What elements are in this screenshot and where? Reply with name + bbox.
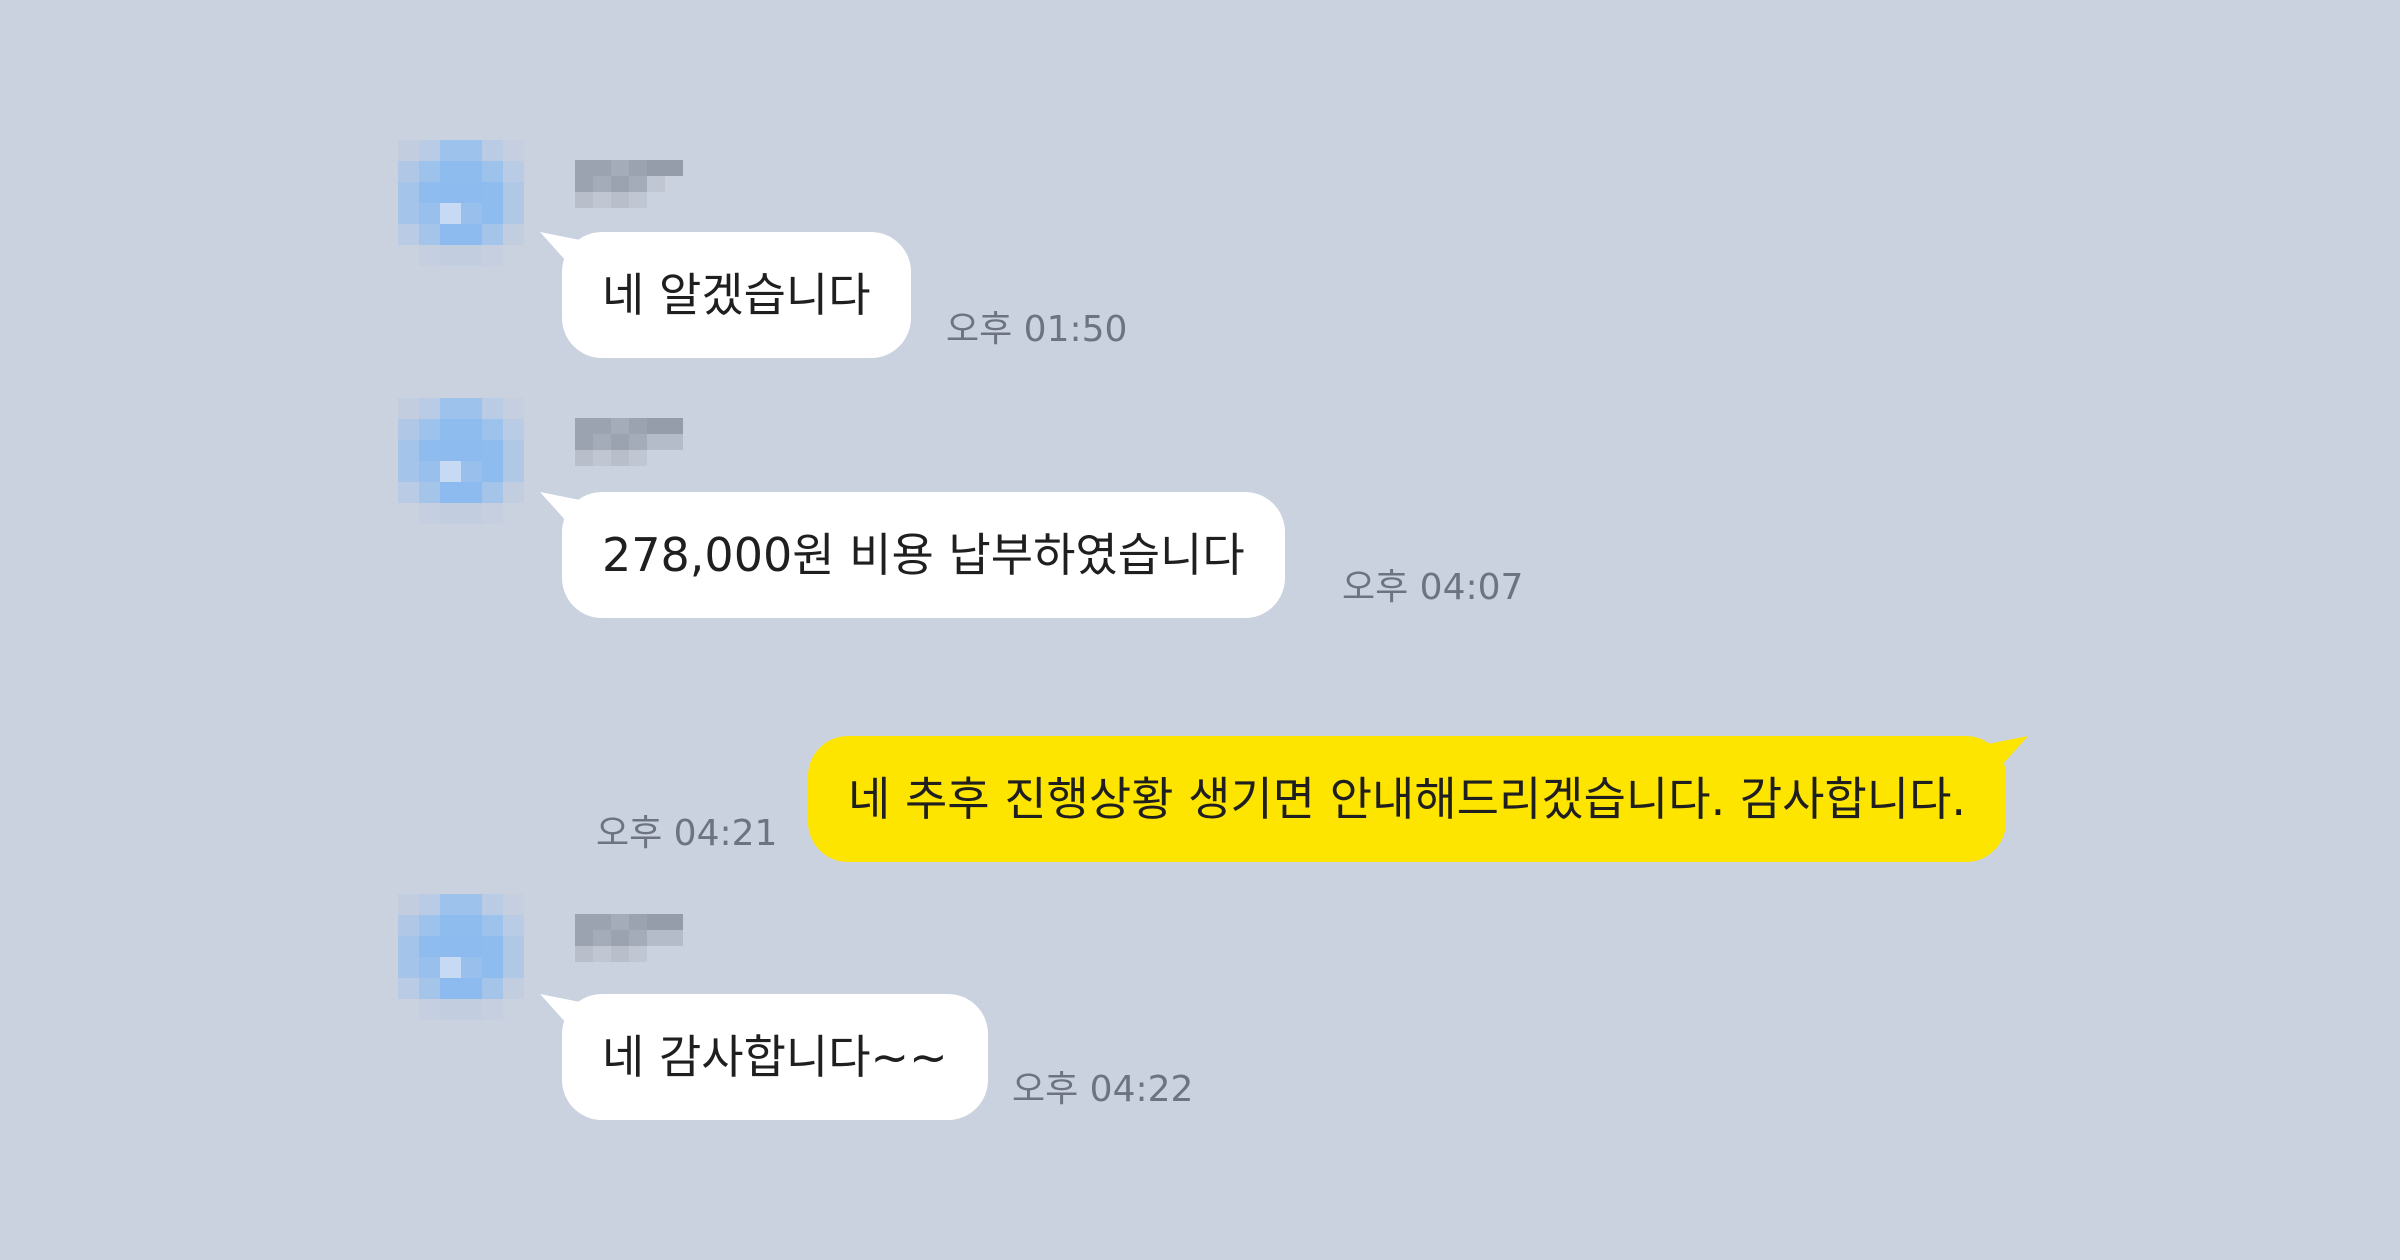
sender-name-redacted — [575, 160, 683, 208]
message-text: 네 알겠습니다 — [602, 268, 871, 322]
sender-name-redacted — [575, 418, 683, 466]
message-bubble[interactable]: 네 추후 진행상황 생기면 안내해드리겠습니다. 감사합니다. — [808, 736, 2007, 862]
avatar[interactable] — [398, 140, 524, 266]
message-text: 네 감사합니다~~ — [602, 1030, 948, 1084]
message-timestamp: 오후 04:21 — [596, 813, 778, 854]
message-bubble[interactable]: 278,000원 비용 납부하였습니다 — [562, 492, 1285, 618]
message-text: 네 추후 진행상황 생기면 안내해드리겠습니다. 감사합니다. — [848, 772, 1967, 826]
message-timestamp: 오후 01:50 — [946, 309, 1128, 350]
message-text: 278,000원 비용 납부하였습니다 — [602, 528, 1245, 582]
message-timestamp: 오후 04:07 — [1342, 567, 1524, 608]
avatar[interactable] — [398, 398, 524, 524]
avatar[interactable] — [398, 894, 524, 1020]
message-bubble[interactable]: 네 알겠습니다 — [562, 232, 911, 358]
sender-name-redacted — [575, 914, 683, 962]
message-bubble[interactable]: 네 감사합니다~~ — [562, 994, 988, 1120]
message-timestamp: 오후 04:22 — [1012, 1069, 1194, 1110]
